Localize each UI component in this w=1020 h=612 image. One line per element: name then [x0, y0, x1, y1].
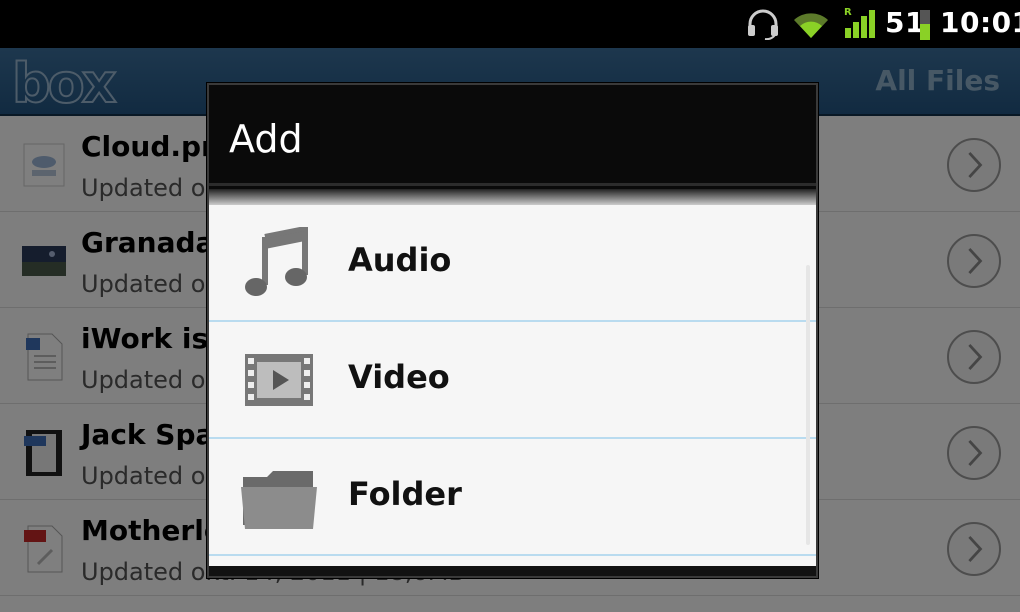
clock: 10:01	[940, 6, 1020, 39]
menu-item-video[interactable]: Video	[209, 322, 816, 439]
wifi-icon	[794, 13, 828, 38]
add-menu-list: Audio Video Folder	[209, 205, 816, 567]
dialog-divider	[209, 183, 816, 186]
film-icon	[245, 354, 313, 406]
menu-item-audio[interactable]: Audio	[209, 205, 816, 322]
scrollbar[interactable]	[806, 265, 810, 545]
svg-text:R: R	[844, 7, 852, 18]
add-dialog: Add Audio Video Folder	[207, 83, 818, 578]
battery-icon	[920, 10, 930, 40]
music-note-icon	[245, 227, 308, 296]
dialog-title: Add	[229, 117, 303, 161]
dialog-bottom-edge	[209, 566, 816, 576]
menu-item-label: Video	[348, 358, 450, 396]
menu-item-folder[interactable]: Folder	[209, 439, 816, 556]
battery-percentage: 51	[885, 6, 925, 39]
status-bar: R 51 10:01	[0, 0, 1020, 48]
menu-item-label: Audio	[348, 241, 452, 279]
menu-item-label: Folder	[348, 475, 462, 513]
signal-roaming-icon: R	[844, 7, 875, 38]
headset-icon	[748, 9, 778, 40]
folder-icon	[241, 471, 317, 529]
